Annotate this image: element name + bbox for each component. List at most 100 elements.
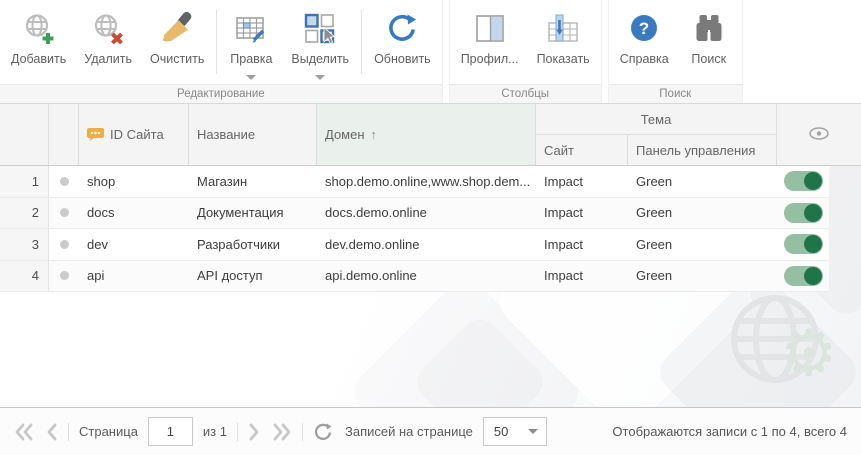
help-button[interactable]: ? Справка [611, 6, 678, 84]
eye-icon [808, 126, 830, 144]
comment-bubble-icon [87, 127, 104, 142]
records-summary: Отображаются записи с 1 по 4, всего 4 [612, 424, 847, 439]
clear-button[interactable]: Очистить [141, 6, 213, 84]
theme-site-header-label: Сайт [544, 142, 574, 158]
per-page-label: Записей на странице [345, 424, 473, 439]
prev-page-button[interactable] [46, 423, 58, 441]
delete-button-label: Удалить [84, 52, 132, 66]
edit-button[interactable]: Правка [220, 6, 282, 84]
delete-button[interactable]: Удалить [75, 6, 141, 84]
theme-panel-column-header[interactable]: Панель управления [628, 135, 776, 165]
domain-column-header-sorted[interactable]: Домен ↑ [317, 104, 536, 165]
table-row[interactable]: 1 shop Магазин shop.demo.online,www.shop… [0, 166, 829, 198]
site-active-toggle[interactable] [783, 234, 823, 255]
row-number: 2 [0, 197, 49, 228]
globe-add-icon [22, 10, 56, 48]
profile-columns-icon [473, 10, 507, 48]
toolbar-group-search-label: Поиск [608, 84, 742, 103]
refresh-icon [385, 10, 419, 48]
add-button-label: Добавить [11, 52, 67, 66]
table-row[interactable]: 4 api API доступ api.demo.online Impact … [0, 260, 829, 292]
globe-delete-icon [91, 10, 125, 48]
theme-panel-header-label: Панель управления [636, 142, 756, 158]
toggle-knob [803, 235, 822, 254]
theme-site-cell: Impact [544, 268, 584, 284]
next-page-button[interactable] [248, 423, 260, 441]
refresh-button-label: Обновить [374, 52, 431, 66]
gear-watermark-icon: ⚙ [780, 317, 838, 389]
sort-ascending-icon: ↑ [370, 127, 378, 142]
add-button[interactable]: Добавить [2, 6, 75, 84]
theme-panel-cell: Green [636, 173, 673, 189]
theme-group-label: Тема [536, 104, 776, 135]
edit-button-label: Правка [230, 52, 273, 66]
site-domain-cell: shop.demo.online,www.shop.dem... [325, 173, 531, 189]
profiles-button[interactable]: Профил... [452, 6, 528, 84]
site-active-toggle[interactable] [783, 171, 823, 192]
site-domain-cell: docs.demo.online [325, 205, 427, 221]
row-status-dot [49, 229, 79, 260]
toolbar-group-columns: Профил... Показать Столбцы [448, 0, 602, 103]
search-button[interactable]: Поиск [678, 6, 740, 84]
site-id-column-header[interactable]: ID Сайта [79, 104, 189, 165]
footer-separator [68, 422, 69, 441]
site-name-cell: Магазин [197, 173, 248, 189]
visibility-column-header[interactable] [777, 104, 861, 165]
name-column-header[interactable]: Название [189, 104, 317, 165]
domain-header-label: Домен [325, 127, 365, 142]
profiles-button-label: Профил... [460, 52, 519, 66]
theme-subheaders: Сайт Панель управления [536, 135, 776, 165]
table-row[interactable]: 3 dev Разработчики dev.demo.online Impac… [0, 229, 829, 261]
table-row[interactable]: 2 docs Документация docs.demo.online Imp… [0, 197, 829, 229]
per-page-value: 50 [493, 424, 509, 439]
theme-site-column-header[interactable]: Сайт [536, 135, 628, 165]
refresh-button[interactable]: Обновить [365, 6, 440, 84]
theme-site-cell: Impact [544, 205, 584, 221]
row-status-dot [49, 198, 79, 229]
sites-admin-window: Добавить Удалить Очистить Правка Выделит… [0, 0, 861, 455]
dot-icon [59, 271, 69, 281]
site-domain-cell: dev.demo.online [325, 236, 420, 252]
last-page-button[interactable] [272, 423, 292, 441]
page-number-input[interactable] [147, 417, 193, 446]
name-header-label: Название [197, 127, 256, 142]
status-dot-column-header [49, 104, 79, 165]
toolbar-group-editing: Добавить Удалить Очистить Правка Выделит… [0, 0, 443, 103]
show-column-icon [546, 10, 580, 48]
svg-text:?: ? [639, 19, 649, 38]
toggle-knob [803, 172, 822, 191]
footer-separator [302, 422, 303, 441]
table-header: ID Сайта Название Домен ↑ Тема Сайт Пане… [0, 103, 861, 166]
toolbar-group-editing-label: Редактирование [0, 84, 442, 103]
per-page-select[interactable]: 50 [482, 417, 547, 446]
theme-site-cell: Impact [544, 236, 584, 252]
row-number: 3 [0, 229, 49, 260]
theme-column-group-header: Тема Сайт Панель управления [536, 104, 777, 165]
pager-refresh-button[interactable] [313, 422, 333, 442]
select-button[interactable]: Выделить [282, 6, 358, 84]
toolbar-group-editing-buttons: Добавить Удалить Очистить Правка Выделит… [0, 0, 442, 84]
table-body: 1 shop Магазин shop.demo.online,www.shop… [0, 166, 829, 292]
help-icon: ? [627, 10, 661, 48]
visibility-cell [777, 261, 829, 292]
brush-icon [160, 10, 194, 48]
visibility-cell [777, 166, 829, 197]
toolbar-group-columns-label: Столбцы [449, 84, 601, 103]
sites-table: ID Сайта Название Домен ↑ Тема Сайт Пане… [0, 103, 861, 292]
edit-dropdown-caret-icon[interactable] [246, 75, 257, 80]
site-active-toggle[interactable] [783, 202, 823, 223]
row-status-dot [49, 261, 79, 292]
site-id-cell: dev [87, 236, 108, 252]
select-dropdown-caret-icon[interactable] [315, 75, 326, 80]
site-domain-cell: api.demo.online [325, 268, 417, 284]
ribbon-toolbar: Добавить Удалить Очистить Правка Выделит… [0, 0, 861, 103]
first-page-button[interactable] [14, 423, 34, 441]
toggle-knob [803, 266, 822, 285]
dot-icon [59, 176, 69, 186]
theme-panel-cell: Green [636, 268, 673, 284]
select-button-label: Выделить [291, 52, 350, 66]
edit-table-icon [234, 10, 268, 48]
show-column-button[interactable]: Показать [528, 6, 599, 84]
site-active-toggle[interactable] [783, 265, 823, 286]
dot-icon [59, 208, 69, 218]
